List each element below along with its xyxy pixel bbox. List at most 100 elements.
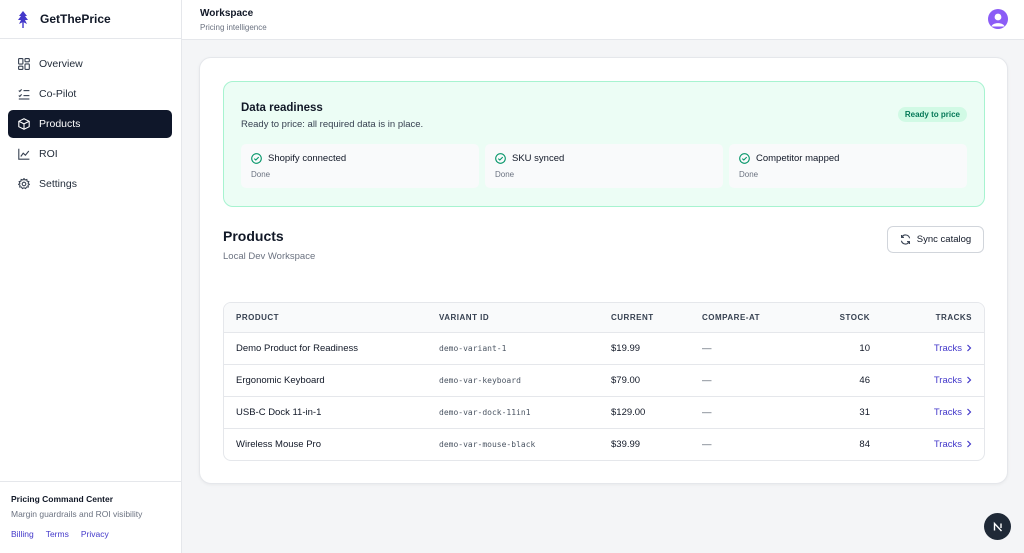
privacy-link[interactable]: Privacy	[81, 529, 109, 539]
column-header-tracks[interactable]: TRACKS	[870, 303, 984, 333]
column-header-variant-id[interactable]: VARIANT ID	[439, 303, 611, 333]
column-header-stock[interactable]: STOCK	[812, 303, 870, 333]
next-logo-button[interactable]	[984, 513, 1011, 540]
next-logo-icon	[993, 521, 1002, 531]
chevron-right-icon	[966, 376, 972, 384]
compare-at-price: —	[702, 364, 812, 397]
refresh-icon	[900, 234, 911, 245]
brand-name: GetThePrice	[40, 12, 111, 26]
check-label: Shopify connected	[268, 153, 347, 164]
readiness-subtitle: Ready to price: all required data is in …	[241, 119, 424, 130]
current-price: $19.99	[611, 332, 702, 365]
variant-id: demo-variant-1	[439, 332, 611, 365]
check-sku-synced: SKU synced Done	[485, 144, 723, 188]
tracks-label: Tracks	[933, 342, 962, 354]
tracks-link[interactable]: Tracks	[934, 375, 972, 386]
workspace-title: Workspace	[200, 8, 254, 19]
tracks-cell: Tracks	[870, 332, 984, 365]
check-status: Done	[251, 170, 271, 179]
check-status: Done	[739, 170, 759, 179]
products-title: Products	[223, 228, 284, 244]
tracks-label: Tracks	[933, 374, 962, 386]
variant-id: demo-var-mouse-black	[439, 439, 536, 449]
brand[interactable]: GetThePrice	[0, 0, 181, 39]
tracks-cell: Tracks	[870, 428, 984, 460]
sidebar-item-settings[interactable]: Settings	[8, 170, 172, 198]
terms-link[interactable]: Terms	[46, 529, 69, 539]
chevron-right-icon	[966, 344, 972, 352]
chevron-right-icon	[966, 440, 972, 448]
product-name: Ergonomic Keyboard	[224, 364, 439, 397]
sidebar-item-products[interactable]: Products	[8, 110, 172, 138]
sidebar-item-label: Settings	[39, 178, 77, 190]
tracks-cell: Tracks	[870, 396, 984, 429]
sync-catalog-button[interactable]: Sync catalog	[887, 226, 984, 253]
column-header-compare-at[interactable]: COMPARE-AT	[702, 303, 812, 333]
sidebar-item-roi[interactable]: ROI	[8, 140, 172, 168]
sidebar: GetThePrice Overview Co-Pilot Products R…	[0, 0, 182, 553]
stock-count: 10	[812, 332, 870, 365]
table-row[interactable]: Demo Product for Readiness demo-variant-…	[224, 332, 984, 365]
sidebar-footer: Pricing Command Center Margin guardrails…	[0, 481, 181, 553]
checklist-icon	[17, 87, 31, 101]
compare-at-price: —	[702, 396, 812, 429]
footer-title: Pricing Command Center	[11, 494, 114, 504]
variant-id: demo-var-keyboard	[439, 364, 611, 397]
sidebar-item-label: Overview	[39, 58, 83, 70]
chevron-right-icon	[966, 408, 972, 416]
tracks-label: Tracks	[933, 438, 962, 450]
tracks-link[interactable]: Tracks	[934, 407, 972, 418]
current-price: $39.99	[611, 438, 641, 450]
sidebar-item-overview[interactable]: Overview	[8, 50, 172, 78]
check-label: Competitor mapped	[756, 153, 840, 164]
sync-catalog-label: Sync catalog	[916, 234, 972, 245]
stock-count: 31	[812, 396, 870, 429]
compare-at-price: —	[702, 438, 712, 450]
products-subtitle: Local Dev Workspace	[223, 251, 316, 262]
table-row[interactable]: Wireless Mouse Pro demo-var-mouse-black …	[224, 428, 984, 460]
gear-icon	[17, 177, 31, 191]
current-price: $79.00	[611, 364, 702, 397]
feather-logo-icon	[15, 10, 31, 28]
main-card: Data readiness Ready to price: all requi…	[199, 57, 1008, 484]
sidebar-nav: Overview Co-Pilot Products ROI Settings	[0, 39, 181, 198]
check-status: Done	[495, 170, 515, 179]
tracks-link[interactable]: Tracks	[934, 439, 972, 450]
sidebar-item-label: Co-Pilot	[39, 88, 77, 100]
table-row[interactable]: USB-C Dock 11-in-1 demo-var-dock-11in1 $…	[224, 396, 984, 429]
check-competitor-mapped: Competitor mapped Done	[729, 144, 967, 188]
data-readiness-panel: Data readiness Ready to price: all requi…	[223, 81, 985, 207]
sidebar-item-co-pilot[interactable]: Co-Pilot	[8, 80, 172, 108]
table-row[interactable]: Ergonomic Keyboard demo-var-keyboard $79…	[224, 364, 984, 397]
products-table: PRODUCT VARIANT ID CURRENT COMPARE-AT ST…	[223, 302, 985, 461]
compare-at-price: —	[702, 332, 812, 365]
check-circle-icon	[251, 153, 262, 164]
stock-count: 46	[812, 364, 870, 397]
box-icon	[17, 117, 31, 131]
status-badge: Ready to price	[897, 107, 967, 122]
stock-count: 84	[859, 438, 870, 450]
tracks-link[interactable]: Tracks	[934, 343, 972, 354]
user-icon	[991, 13, 1005, 27]
readiness-checks: Shopify connected Done SKU synced Done C…	[241, 144, 967, 188]
sidebar-item-label: Products	[39, 118, 81, 130]
table-header-row: PRODUCT VARIANT ID CURRENT COMPARE-AT ST…	[224, 303, 984, 333]
check-shopify-connected: Shopify connected Done	[241, 144, 479, 188]
line-chart-icon	[17, 147, 31, 161]
avatar[interactable]	[988, 9, 1008, 29]
top-header: Workspace Pricing intelligence	[182, 0, 1024, 40]
product-name: Wireless Mouse Pro	[236, 438, 321, 450]
check-label: SKU synced	[512, 153, 565, 164]
current-price: $129.00	[611, 396, 702, 429]
product-name: Demo Product for Readiness	[224, 332, 439, 365]
billing-link[interactable]: Billing	[11, 529, 34, 539]
variant-id: demo-var-dock-11in1	[439, 396, 611, 429]
product-name: USB-C Dock 11-in-1	[224, 396, 439, 429]
workspace-subtitle: Pricing intelligence	[200, 23, 267, 32]
column-header-current[interactable]: CURRENT	[611, 303, 702, 333]
check-circle-icon	[739, 153, 750, 164]
sidebar-item-label: ROI	[39, 148, 58, 160]
readiness-title: Data readiness	[241, 102, 323, 114]
column-header-product[interactable]: PRODUCT	[224, 303, 439, 333]
footer-subtitle: Margin guardrails and ROI visibility	[11, 509, 143, 519]
